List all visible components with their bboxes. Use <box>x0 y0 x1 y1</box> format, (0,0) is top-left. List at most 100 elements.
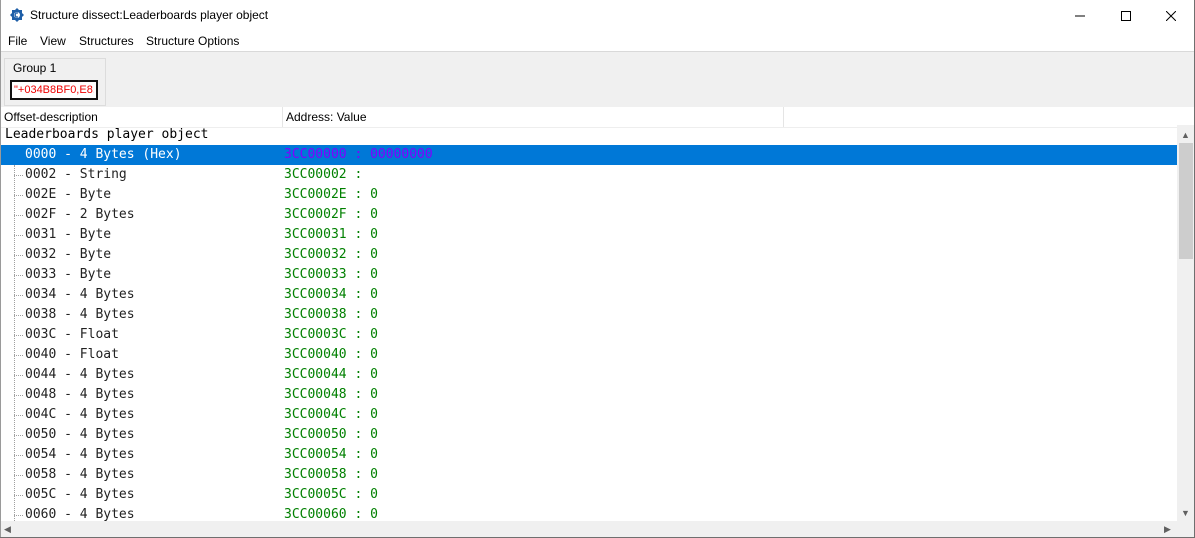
tree-row[interactable]: 0054 - 4 Bytes 3CC00054 : 0 <box>0 445 1177 465</box>
scroll-down-icon[interactable]: ▼ <box>1181 508 1190 518</box>
structure-tree[interactable]: Leaderboards player object 0000 - 4 Byte… <box>0 125 1177 523</box>
menu-view[interactable]: View <box>40 34 66 48</box>
row-description: 002F - 2 Bytes <box>25 207 135 222</box>
vertical-scroll-thumb[interactable] <box>1179 143 1193 259</box>
row-description: 0038 - 4 Bytes <box>25 307 135 322</box>
minimize-icon <box>1075 15 1085 16</box>
row-description: 002E - Byte <box>25 187 112 202</box>
row-description: 0033 - Byte <box>25 267 112 282</box>
menu-file[interactable]: File <box>8 34 27 48</box>
tree-row[interactable]: 0000 - 4 Bytes (Hex) 3CC00000 : 00000000 <box>0 145 1177 165</box>
close-icon <box>1166 10 1176 21</box>
group-panel: Group 1 <box>0 51 1195 108</box>
tree-row[interactable]: 0048 - 4 Bytes 3CC00048 : 0 <box>0 385 1177 405</box>
row-value: 3CC00034 : 0 <box>284 287 378 302</box>
row-description: 0040 - Float <box>25 347 119 362</box>
row-description: 004C - 4 Bytes <box>25 407 135 422</box>
tree-branch <box>14 335 23 336</box>
close-button[interactable] <box>1148 0 1194 31</box>
row-value: 3CC0004C : 0 <box>284 407 378 422</box>
row-description: 0031 - Byte <box>25 227 112 242</box>
tree-branch <box>14 455 23 456</box>
address-input[interactable] <box>10 80 98 100</box>
tree-row[interactable]: 005C - 4 Bytes 3CC0005C : 0 <box>0 485 1177 505</box>
row-value: 3CC00048 : 0 <box>284 387 378 402</box>
row-value: 3CC00038 : 0 <box>284 307 378 322</box>
tree-row[interactable]: 0034 - 4 Bytes 3CC00034 : 0 <box>0 285 1177 305</box>
row-value: 3CC00033 : 0 <box>284 267 378 282</box>
tree-row[interactable]: 0002 - String 3CC00002 : <box>0 165 1177 185</box>
tree-row[interactable]: 003C - Float 3CC0003C : 0 <box>0 325 1177 345</box>
tree-row[interactable]: 0058 - 4 Bytes 3CC00058 : 0 <box>0 465 1177 485</box>
tree-row[interactable]: 0040 - Float 3CC00040 : 0 <box>0 345 1177 365</box>
tree-branch <box>14 255 23 256</box>
scroll-left-icon[interactable]: ◀ <box>4 524 11 534</box>
row-value: 3CC00054 : 0 <box>284 447 378 462</box>
row-description: 0054 - 4 Bytes <box>25 447 135 462</box>
tree-branch <box>14 315 23 316</box>
row-value: 3CC0002E : 0 <box>284 187 378 202</box>
tree-row[interactable]: 0044 - 4 Bytes 3CC00044 : 0 <box>0 365 1177 385</box>
row-description: 0044 - 4 Bytes <box>25 367 135 382</box>
tree-row[interactable]: 0032 - Byte 3CC00032 : 0 <box>0 245 1177 265</box>
tree-branch <box>14 355 23 356</box>
row-value: 3CC00032 : 0 <box>284 247 378 262</box>
window-border <box>0 0 1 538</box>
column-divider[interactable] <box>282 107 283 127</box>
row-value: 3CC0002F : 0 <box>284 207 378 222</box>
horizontal-scrollbar[interactable] <box>0 521 1177 537</box>
tree-root[interactable]: Leaderboards player object <box>0 125 1177 145</box>
tree-row[interactable]: 004C - 4 Bytes 3CC0004C : 0 <box>0 405 1177 425</box>
title-bar[interactable]: Structure dissect:Leaderboards player ob… <box>0 0 1195 31</box>
tree-branch <box>14 175 23 176</box>
row-description: 0000 - 4 Bytes (Hex) <box>25 147 182 162</box>
menu-bar: File View Structures Structure Options <box>0 31 1195 51</box>
window-title: Structure dissect:Leaderboards player ob… <box>30 8 269 22</box>
tree-branch <box>14 435 23 436</box>
tree-branch <box>14 375 23 376</box>
row-value: 3CC00050 : 0 <box>284 427 378 442</box>
tree-row[interactable]: 0038 - 4 Bytes 3CC00038 : 0 <box>0 305 1177 325</box>
row-value: 3CC0005C : 0 <box>284 487 378 502</box>
tree-row[interactable]: 002E - Byte 3CC0002E : 0 <box>0 185 1177 205</box>
tree-branch <box>14 415 23 416</box>
root-label: Leaderboards player object <box>5 127 209 142</box>
tree-branch <box>14 195 23 196</box>
tree-row[interactable]: 002F - 2 Bytes 3CC0002F : 0 <box>0 205 1177 225</box>
row-description: 003C - Float <box>25 327 119 342</box>
menu-structures[interactable]: Structures <box>79 34 134 48</box>
column-address-value[interactable]: Address: Value <box>286 110 367 124</box>
tree-branch <box>14 215 23 216</box>
row-description: 0002 - String <box>25 167 127 182</box>
row-description: 005C - 4 Bytes <box>25 487 135 502</box>
tree-branch <box>14 515 23 516</box>
scroll-right-icon[interactable]: ▶ <box>1164 524 1171 534</box>
scroll-up-icon[interactable]: ▲ <box>1181 130 1190 140</box>
tree-row[interactable]: 0033 - Byte 3CC00033 : 0 <box>0 265 1177 285</box>
tree-branch <box>14 235 23 236</box>
menu-structure-options[interactable]: Structure Options <box>146 34 239 48</box>
row-description: 0050 - 4 Bytes <box>25 427 135 442</box>
row-value: 3CC00002 : <box>284 167 363 182</box>
row-description: 0034 - 4 Bytes <box>25 287 135 302</box>
tree-branch <box>14 275 23 276</box>
tree-branch <box>14 395 23 396</box>
tree-branch <box>14 475 23 476</box>
row-value: 3CC00040 : 0 <box>284 347 378 362</box>
scrollbar-corner <box>1177 521 1194 537</box>
column-offset-description[interactable]: Offset-description <box>4 110 98 124</box>
row-value: 3CC00031 : 0 <box>284 227 378 242</box>
cheat-engine-icon <box>10 8 24 22</box>
tree-branch <box>14 495 23 496</box>
row-value: 3CC00044 : 0 <box>284 367 378 382</box>
maximize-button[interactable] <box>1103 0 1149 31</box>
tree-branch <box>14 295 23 296</box>
row-value: 3CC0003C : 0 <box>284 327 378 342</box>
minimize-button[interactable] <box>1057 0 1103 31</box>
tree-row[interactable]: 0031 - Byte 3CC00031 : 0 <box>0 225 1177 245</box>
group-box: Group 1 <box>4 58 106 106</box>
tree-row[interactable]: 0050 - 4 Bytes 3CC00050 : 0 <box>0 425 1177 445</box>
row-value: 3CC00000 : 00000000 <box>284 147 433 162</box>
group-label: Group 1 <box>12 61 58 75</box>
column-divider[interactable] <box>783 107 784 127</box>
